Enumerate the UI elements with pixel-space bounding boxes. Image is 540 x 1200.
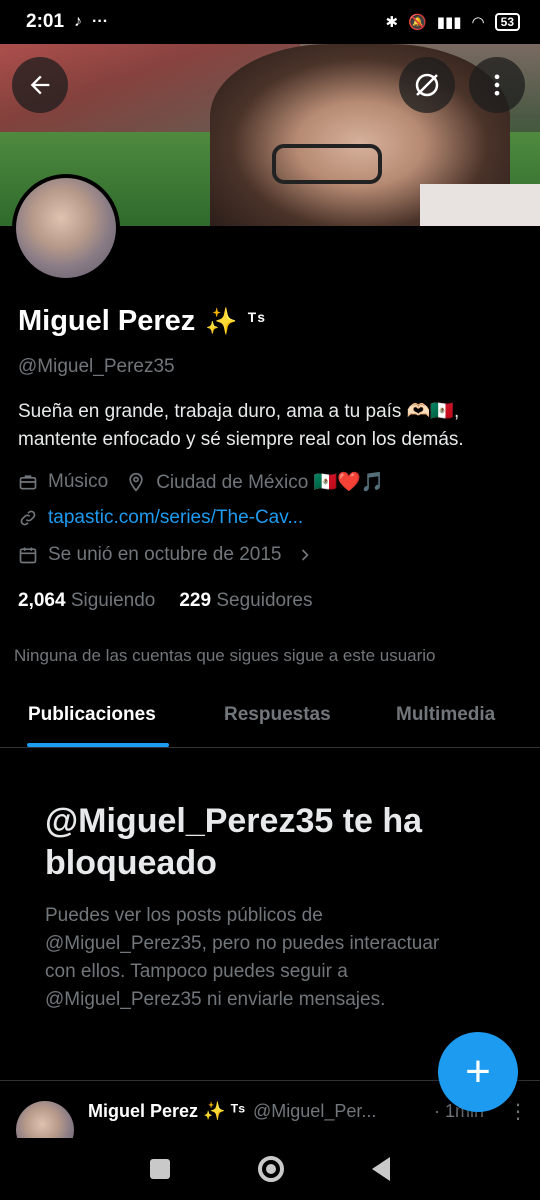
post-author-name: Miguel Perez ✨ ᵀˢ bbox=[88, 1101, 246, 1121]
grok-icon bbox=[415, 73, 439, 97]
following-count: 2,064 bbox=[18, 590, 66, 611]
following-link[interactable]: 2,064 Siguiendo bbox=[18, 590, 155, 612]
bio-line: Sueña en grande, trabaja duro, ama a tu … bbox=[18, 401, 460, 422]
briefcase-icon bbox=[19, 475, 37, 490]
plus-icon: + bbox=[465, 1047, 491, 1096]
name-suffix: ᵀˢ bbox=[247, 310, 266, 332]
back-button[interactable] bbox=[12, 57, 68, 113]
followers-label: Seguidores bbox=[216, 590, 313, 611]
active-tab-indicator bbox=[27, 743, 169, 747]
profile-meta-row: Músico Ciudad de México 🇲🇽❤️🎵 bbox=[18, 470, 385, 494]
battery-indicator: 53 bbox=[494, 13, 520, 31]
grok-button[interactable] bbox=[399, 57, 455, 113]
wifi-icon: ◠ bbox=[471, 14, 485, 31]
recents-button[interactable] bbox=[150, 1159, 170, 1179]
signal-icon: ▮▮▮ bbox=[436, 14, 462, 31]
profile-handle: @Miguel_Perez35 bbox=[18, 356, 175, 377]
following-label: Siguiendo bbox=[70, 590, 156, 611]
tab-publicaciones[interactable]: Publicaciones bbox=[28, 690, 156, 726]
link-icon bbox=[20, 510, 36, 526]
profile-bio: Sueña en grande, trabaja duro, ama a tu … bbox=[18, 398, 528, 454]
post-author-avatar[interactable] bbox=[16, 1101, 74, 1138]
more-options-button[interactable] bbox=[469, 57, 525, 113]
profile-job: Músico bbox=[48, 471, 109, 492]
back-nav-button[interactable] bbox=[372, 1157, 390, 1181]
tab-respuestas[interactable]: Respuestas bbox=[224, 690, 331, 726]
back-arrow-icon bbox=[30, 75, 50, 95]
blocked-message: Puedes ver los posts públicos de @Miguel… bbox=[45, 905, 440, 1010]
profile-website-link[interactable]: tapastic.com/series/The-Cav... bbox=[48, 507, 303, 529]
android-navigation-bar bbox=[0, 1138, 540, 1200]
profile-avatar[interactable] bbox=[12, 174, 120, 282]
bio-line: mantente enfocado y sé siempre real con … bbox=[18, 429, 464, 450]
more-notifications-icon: ··· bbox=[92, 13, 109, 30]
followers-count: 229 bbox=[179, 590, 212, 611]
blocked-title: @Miguel_Perez35 te ha bloqueado bbox=[45, 802, 423, 882]
post-author-handle: @Miguel_Per... bbox=[253, 1101, 377, 1121]
compose-post-button[interactable]: + bbox=[438, 1032, 518, 1112]
sparkle-emoji: ✨ bbox=[205, 306, 238, 336]
home-button[interactable] bbox=[258, 1156, 284, 1182]
profile-screen: 2:01 ♪ ··· ✱ 🔕 ▮▮▮ ◠ 53 Miguel Perez ✨ ᵀ… bbox=[0, 0, 540, 1200]
profile-tabs: Publicaciones Respuestas Multimedia bbox=[0, 690, 540, 748]
mute-icon: 🔕 bbox=[408, 14, 427, 31]
bluetooth-icon: ✱ bbox=[385, 14, 399, 31]
profile-location: Ciudad de México 🇲🇽❤️🎵 bbox=[156, 472, 385, 493]
tiktok-icon: ♪ bbox=[74, 13, 83, 30]
chevron-right-icon bbox=[302, 549, 310, 561]
profile-name-row: Miguel Perez ✨ ᵀˢ bbox=[18, 305, 266, 338]
post-more-icon[interactable]: ⋮ bbox=[508, 1099, 528, 1124]
mutual-followers-note: Ninguna de las cuentas que sigues sigue … bbox=[14, 646, 436, 665]
tab-multimedia[interactable]: Multimedia bbox=[396, 690, 495, 726]
more-vertical-icon bbox=[494, 74, 500, 96]
profile-joined-row[interactable]: Se unió en octubre de 2015 bbox=[18, 544, 315, 566]
profile-joined-date: Se unió en octubre de 2015 bbox=[48, 544, 282, 565]
followers-link[interactable]: 229 Seguidores bbox=[179, 590, 312, 612]
location-pin-icon bbox=[129, 472, 143, 492]
profile-website-row: tapastic.com/series/The-Cav... bbox=[18, 507, 303, 529]
profile-name: Miguel Perez bbox=[18, 305, 196, 337]
follow-stats: 2,064 Siguiendo 229 Seguidores bbox=[18, 590, 312, 612]
calendar-icon bbox=[19, 547, 37, 564]
status-bar: 2:01 ♪ ··· ✱ 🔕 ▮▮▮ ◠ 53 bbox=[0, 0, 540, 44]
status-time: 2:01 bbox=[26, 11, 65, 32]
